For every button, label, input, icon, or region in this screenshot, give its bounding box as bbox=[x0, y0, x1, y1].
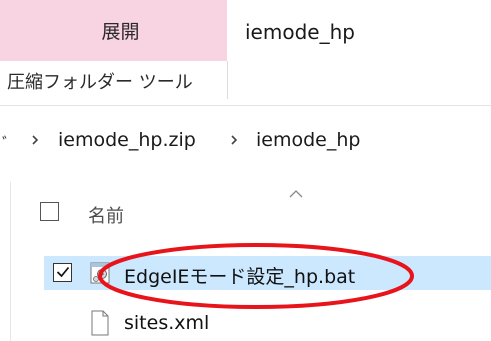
breadcrumb-item-zip[interactable]: iemode_hp.zip bbox=[58, 129, 196, 151]
nav-pane-divider bbox=[10, 182, 11, 341]
chevron-right-icon[interactable] bbox=[30, 135, 40, 145]
checkmark-icon bbox=[56, 266, 70, 278]
column-header-row: 名前 bbox=[36, 198, 476, 230]
ribbon-group-label: 圧縮フォルダー ツール bbox=[7, 72, 193, 93]
file-name[interactable]: sites.xml bbox=[124, 312, 209, 334]
window-title: iemode_hp bbox=[245, 20, 355, 44]
file-row[interactable]: EdgeIEモード設定_hp.bat bbox=[44, 256, 491, 290]
breadcrumb-item-folder[interactable]: iemode_hp bbox=[256, 129, 360, 151]
chevron-right-icon[interactable] bbox=[229, 135, 239, 145]
sort-up-icon bbox=[289, 184, 303, 198]
file-name[interactable]: EdgeIEモード設定_hp.bat bbox=[124, 262, 355, 289]
select-all-checkbox[interactable] bbox=[40, 202, 59, 221]
ribbon-tab-extract[interactable]: 展開 bbox=[0, 0, 227, 61]
file-row[interactable]: sites.xml bbox=[44, 306, 491, 340]
ribbon-tab-label: 展開 bbox=[101, 21, 140, 43]
breadcrumb: ﾞ iemode_hp.zip iemode_hp bbox=[0, 118, 491, 162]
ribbon-divider bbox=[0, 105, 491, 106]
breadcrumb-truncated-text: ﾞ bbox=[2, 135, 11, 155]
column-header-name[interactable]: 名前 bbox=[88, 202, 124, 228]
document-file-icon bbox=[90, 310, 110, 336]
row-checkbox[interactable] bbox=[53, 263, 72, 282]
batch-file-icon bbox=[90, 260, 110, 286]
